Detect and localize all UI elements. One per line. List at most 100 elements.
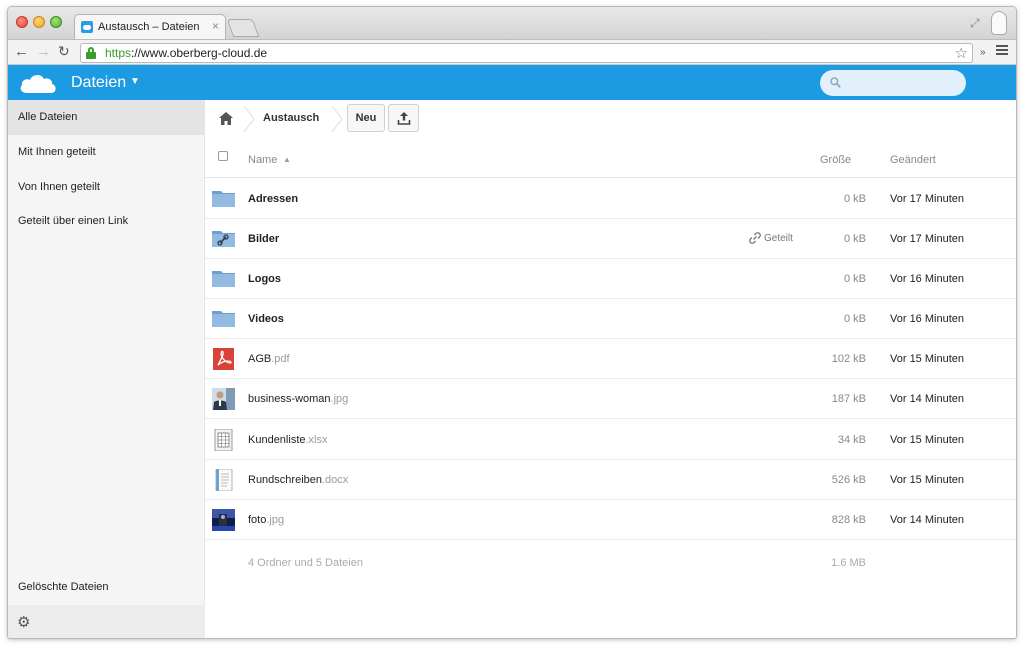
url-text[interactable]: https://www.oberberg-cloud.de: [105, 46, 267, 60]
browser-menu-icon[interactable]: [996, 45, 1008, 55]
link-icon[interactable]: [749, 232, 761, 244]
chevron-down-icon[interactable]: ▼: [130, 76, 140, 87]
select-all-checkbox[interactable]: [218, 151, 228, 161]
address-bar[interactable]: https://www.oberberg-cloud.de ☆: [80, 43, 973, 63]
file-size: 0 kB: [843, 233, 866, 245]
file-modified: Vor 15 Minuten: [890, 434, 964, 446]
spreadsheet-icon: [214, 429, 233, 451]
column-header-size[interactable]: Größe: [820, 154, 851, 166]
breadcrumb-current[interactable]: Austausch: [263, 112, 319, 124]
table-row[interactable]: foto.jpg 828 kB Vor 14 Minuten: [205, 500, 1016, 540]
home-icon[interactable]: [219, 112, 233, 125]
file-size: 828 kB: [831, 514, 866, 526]
document-icon: [215, 469, 233, 491]
column-header-name[interactable]: Name: [248, 154, 277, 166]
close-window-button[interactable]: [16, 16, 28, 28]
summary-size: 1.6 MB: [831, 557, 866, 569]
new-tab-button[interactable]: [226, 19, 260, 37]
file-modified: Vor 16 Minuten: [890, 273, 964, 285]
breadcrumb-separator: [331, 106, 343, 132]
sidebar-item-all-files[interactable]: Alle Dateien: [8, 100, 205, 135]
forward-arrow-icon[interactable]: →: [36, 43, 51, 60]
column-header-modified[interactable]: Geändert: [890, 154, 936, 166]
file-modified: Vor 16 Minuten: [890, 313, 964, 325]
app-header: Dateien ▼: [8, 65, 1016, 100]
breadcrumb-separator: [243, 106, 255, 132]
photo-thumbnail-icon: [212, 509, 235, 531]
file-name: foto.jpg: [248, 514, 285, 526]
app-title[interactable]: Dateien: [71, 74, 126, 92]
search-input[interactable]: [820, 70, 966, 96]
minimize-window-button[interactable]: [33, 16, 45, 28]
cloud-logo-icon[interactable]: [18, 71, 58, 95]
table-row[interactable]: Rundschreiben.docx 526 kB Vor 15 Minuten: [205, 460, 1016, 500]
extensions-chevron-icon[interactable]: »: [980, 47, 986, 58]
cloud-favicon-icon: [81, 21, 93, 33]
sort-ascending-icon[interactable]: ▲: [283, 155, 291, 164]
browser-toolbar: ← → ↻ https://www.oberberg-cloud.de ☆ »: [8, 39, 1016, 65]
table-row[interactable]: Kundenliste.xlsx 34 kB Vor 15 Minuten: [205, 420, 1016, 460]
sidebar-item-shared-by-link[interactable]: Geteilt über einen Link: [8, 204, 205, 239]
upload-icon: [397, 112, 411, 125]
file-name: Videos: [248, 313, 284, 325]
file-modified: Vor 15 Minuten: [890, 353, 964, 365]
sidebar: Alle Dateien Mit Ihnen geteilt Von Ihnen…: [8, 100, 205, 638]
search-icon: [830, 77, 841, 88]
url-host: ://www.oberberg-cloud.de: [131, 46, 268, 60]
sidebar-item-shared-by-you[interactable]: Von Ihnen geteilt: [8, 170, 205, 205]
back-arrow-icon[interactable]: ←: [14, 43, 29, 60]
file-size: 187 kB: [831, 393, 866, 405]
fullscreen-icon[interactable]: ⤢: [970, 16, 980, 31]
shared-folder-icon: [212, 231, 235, 247]
url-scheme: https: [105, 46, 132, 60]
file-size: 526 kB: [831, 474, 866, 486]
file-size: 34 kB: [837, 434, 866, 446]
bookmark-star-icon[interactable]: ☆: [955, 44, 968, 62]
lock-icon: [86, 47, 96, 59]
browser-tab[interactable]: Austausch – Dateien ×: [74, 14, 226, 40]
file-size: 0 kB: [843, 273, 866, 285]
gear-icon[interactable]: ⚙: [17, 613, 30, 631]
settings-bar[interactable]: ⚙: [8, 605, 205, 638]
upload-button[interactable]: [388, 104, 419, 132]
file-summary: 4 Ordner und 5 Dateien 1.6 MB: [205, 546, 1016, 576]
file-modified: Vor 14 Minuten: [890, 393, 964, 405]
table-row[interactable]: business-woman.jpg 187 kB Vor 14 Minuten: [205, 379, 1016, 419]
folder-icon: [212, 271, 235, 287]
file-modified: Vor 15 Minuten: [890, 474, 964, 486]
zoom-window-button[interactable]: [50, 16, 62, 28]
table-row[interactable]: Logos 0 kB Vor 16 Minuten: [205, 259, 1016, 299]
table-row[interactable]: Adressen 0 kB Vor 17 Minuten: [205, 179, 1016, 219]
profile-icon[interactable]: [991, 11, 1007, 35]
table-row[interactable]: Bilder Geteilt 0 kB Vor 17 Minuten: [205, 219, 1016, 259]
shared-label[interactable]: Geteilt: [764, 233, 793, 244]
file-name: Bilder: [248, 233, 280, 245]
folder-icon: [212, 191, 235, 207]
table-header: Name ▲ Größe Geändert: [205, 138, 1016, 178]
file-size: 0 kB: [843, 193, 866, 205]
sidebar-item-deleted-files[interactable]: Gelöschte Dateien: [8, 570, 205, 605]
file-size: 0 kB: [843, 313, 866, 325]
tab-strip: Austausch – Dateien × ⤢: [8, 7, 1016, 40]
reload-icon[interactable]: ↻: [58, 43, 70, 60]
file-modified: Vor 14 Minuten: [890, 514, 964, 526]
file-modified: Vor 17 Minuten: [890, 233, 964, 245]
tab-title: Austausch – Dateien: [98, 21, 200, 33]
summary-count: 4 Ordner und 5 Dateien: [248, 557, 363, 569]
file-name: AGB.pdf: [248, 353, 290, 365]
file-name: business-woman.jpg: [248, 393, 349, 405]
table-row[interactable]: AGB.pdf 102 kB Vor 15 Minuten: [205, 339, 1016, 379]
folder-icon: [212, 311, 235, 327]
file-name: Kundenliste.xlsx: [248, 434, 328, 446]
file-size: 102 kB: [831, 353, 866, 365]
pdf-icon: [213, 348, 234, 370]
file-name: Adressen: [248, 193, 299, 205]
file-modified: Vor 17 Minuten: [890, 193, 964, 205]
file-name: Logos: [248, 273, 281, 285]
tab-close-icon[interactable]: ×: [212, 19, 219, 33]
browser-window: Austausch – Dateien × ⤢ ← → ↻ https://ww…: [7, 6, 1017, 639]
sidebar-item-shared-with-you[interactable]: Mit Ihnen geteilt: [8, 135, 205, 170]
table-row[interactable]: Videos 0 kB Vor 16 Minuten: [205, 299, 1016, 339]
file-name: Rundschreiben.docx: [248, 474, 349, 486]
new-button[interactable]: Neu: [347, 104, 385, 132]
